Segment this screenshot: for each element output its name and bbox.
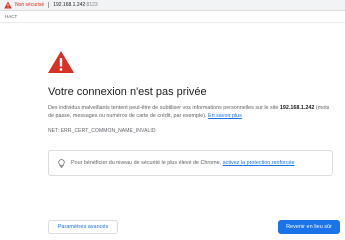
bookmark-item-hact[interactable]: HACT: [5, 14, 17, 19]
warning-description: Des individus malveillants tentent peut-…: [48, 104, 333, 120]
enable-enhanced-protection-link[interactable]: activez la protection renforcée: [223, 160, 295, 166]
description-text-start: Des individus malveillants tentent peut-…: [48, 105, 280, 111]
url-port: :8123: [85, 1, 98, 8]
protection-text: Pour bénéficier du niveau de sécurité le…: [71, 160, 223, 166]
protection-message: Pour bénéficier du niveau de sécurité le…: [71, 160, 295, 166]
url-text[interactable]: 192.168.1.242:8123: [53, 0, 98, 11]
enhanced-protection-box: Pour bénéficier du niveau de sécurité le…: [48, 150, 333, 176]
interstitial-page: Non sécurisé 192.168.1.242:8123 HACT Vot…: [0, 0, 345, 236]
warning-triangle-icon: [4, 1, 12, 9]
not-secure-label[interactable]: Non sécurisé: [15, 0, 44, 11]
url-host: 192.168.1.242: [53, 1, 86, 8]
page-title: Votre connexion n'est pas privée: [48, 86, 207, 98]
learn-more-link[interactable]: En savoir plus: [208, 113, 242, 119]
address-separator: [48, 2, 50, 8]
lightbulb-icon: [58, 158, 65, 168]
back-to-safety-button[interactable]: Revenir en lieu sûr: [278, 220, 340, 234]
warning-triangle-icon: [48, 51, 74, 73]
advanced-settings-button[interactable]: Paramètres avancés: [48, 220, 118, 234]
address-bar[interactable]: Non sécurisé 192.168.1.242:8123: [0, 0, 345, 11]
description-host: 192.168.1.242: [279, 105, 315, 111]
bookmarks-bar: HACT: [0, 11, 345, 23]
error-code[interactable]: NET::ERR_CERT_COMMON_NAME_INVALID: [48, 128, 156, 134]
